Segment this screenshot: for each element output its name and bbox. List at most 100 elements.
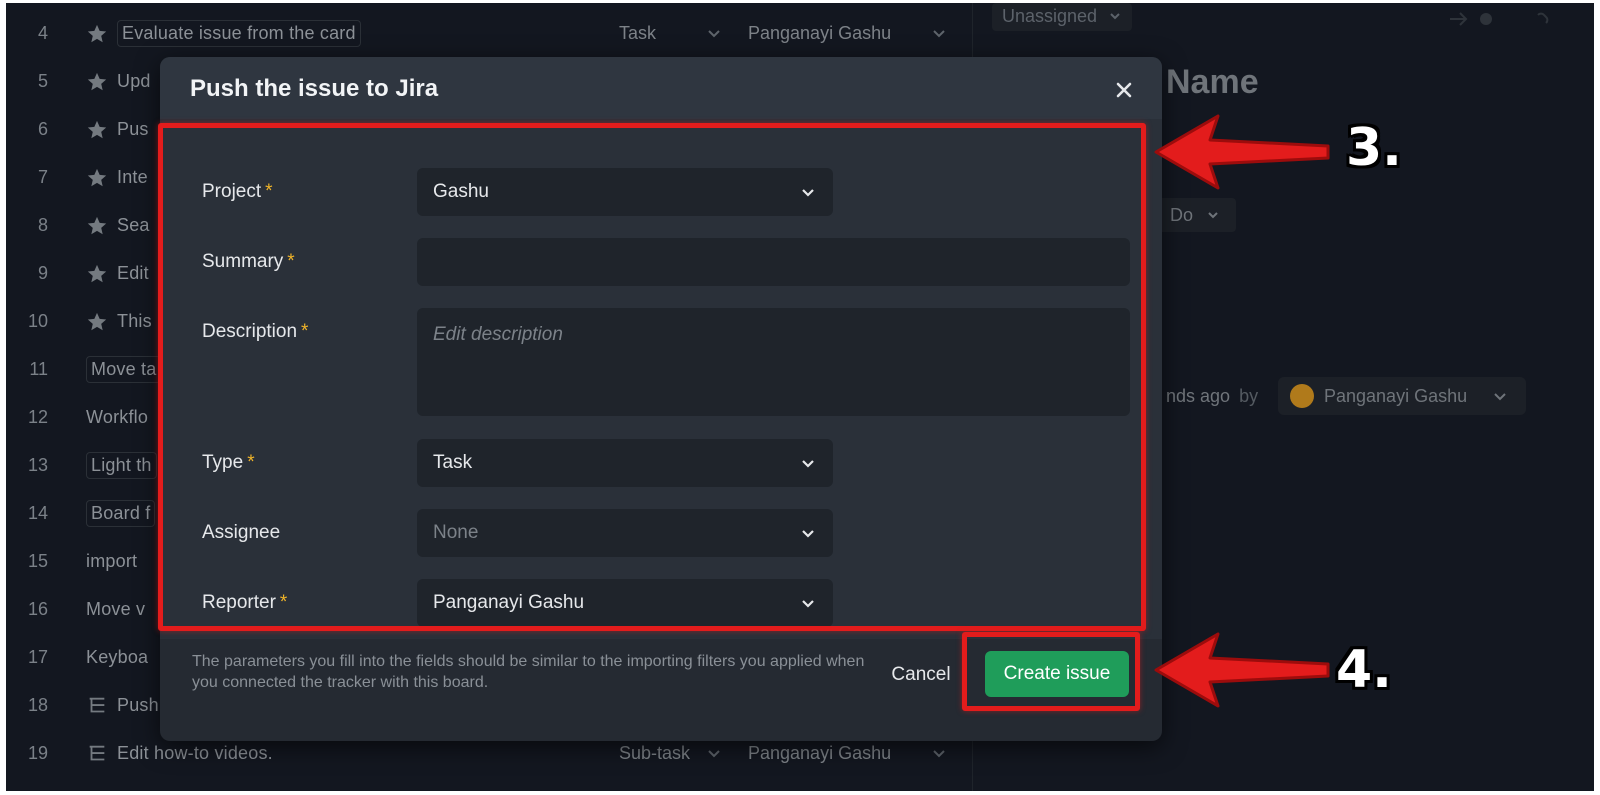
dialog-header: Push the issue to Jira bbox=[160, 57, 1162, 119]
project-select[interactable]: Gashu bbox=[417, 168, 833, 216]
panel-toolbar-icons bbox=[1446, 7, 1586, 31]
author-name: Panganayi Gashu bbox=[1324, 386, 1468, 406]
row-title: Evaluate issue from the card bbox=[117, 20, 361, 47]
required-marker: * bbox=[301, 321, 309, 342]
star-icon bbox=[86, 23, 108, 45]
row-number: 12 bbox=[27, 407, 48, 427]
row-title: Inte bbox=[117, 167, 148, 187]
description-label-text: Description bbox=[202, 321, 298, 342]
row-type: Sub-task bbox=[619, 743, 691, 763]
dialog-form: Project* Gashu Summary* Description* Typ… bbox=[160, 119, 1162, 639]
list-item[interactable]: 4 Evaluate issue from the card Task Pangana… bbox=[6, 11, 966, 59]
summary-input[interactable] bbox=[417, 238, 1130, 286]
arrow-step3-icon bbox=[1154, 114, 1330, 190]
required-marker: * bbox=[279, 592, 288, 613]
row-number: 15 bbox=[27, 551, 48, 571]
close-icon[interactable] bbox=[1112, 78, 1136, 102]
create-issue-button[interactable]: Create issue bbox=[985, 651, 1129, 697]
chevron-down-icon bbox=[799, 183, 817, 201]
row-title: Edit how-to videos. bbox=[117, 743, 273, 763]
reporter-select[interactable]: Panganayi Gashu bbox=[417, 579, 833, 627]
reporter-label-text: Reporter bbox=[202, 592, 276, 613]
row-number: 8 bbox=[37, 215, 48, 235]
row-number: 17 bbox=[27, 647, 48, 667]
chevron-down-icon[interactable] bbox=[706, 25, 722, 41]
push-to-jira-dialog: Push the issue to Jira Project * Gashu Su… bbox=[160, 57, 1162, 741]
row-number: 10 bbox=[27, 311, 48, 331]
row-number: 4 bbox=[37, 23, 48, 43]
row-number: 9 bbox=[37, 263, 48, 283]
time-ago-text: nds ago bbox=[1166, 386, 1231, 406]
chevron-down-icon bbox=[1492, 388, 1508, 409]
step-3-label: 3. bbox=[1346, 118, 1402, 178]
row-title: Upd bbox=[117, 71, 151, 91]
type-value: Task bbox=[433, 452, 473, 473]
footer-hint: The parameters you fill into the fields … bbox=[192, 653, 865, 691]
row-title: Push bbox=[117, 695, 159, 715]
reporter-label: Reporter * bbox=[202, 592, 287, 614]
description-label: Description * bbox=[202, 321, 308, 343]
required-marker: * bbox=[265, 181, 273, 202]
reporter-value: Panganayi Gashu bbox=[433, 592, 585, 613]
required-marker: * bbox=[287, 251, 295, 272]
row-assignee: Panganayi Gashu bbox=[748, 23, 892, 43]
chevron-down-icon bbox=[1108, 4, 1122, 30]
row-number: 11 bbox=[29, 359, 48, 379]
step-4-label: 4. bbox=[1336, 640, 1392, 700]
star-icon bbox=[86, 215, 108, 237]
chevron-down-icon bbox=[799, 454, 817, 472]
chevron-down-icon[interactable] bbox=[931, 745, 947, 761]
author-select[interactable]: Panganayi Gashu bbox=[1278, 377, 1526, 415]
by-text: by bbox=[1239, 386, 1259, 406]
project-label-text: Project bbox=[202, 181, 262, 202]
updated-time: nds ago by bbox=[1166, 386, 1258, 407]
chevron-down-icon[interactable] bbox=[706, 745, 722, 761]
card-heading: Name bbox=[1166, 63, 1259, 101]
row-number: 14 bbox=[27, 503, 48, 523]
row-title: Sea bbox=[117, 215, 150, 235]
type-select[interactable]: Task bbox=[417, 439, 833, 487]
project-label: Project * bbox=[202, 181, 273, 203]
star-icon bbox=[86, 263, 108, 285]
row-title: Edit bbox=[117, 263, 149, 283]
chevron-down-icon bbox=[1206, 199, 1220, 233]
summary-label-text: Summary bbox=[202, 251, 284, 272]
row-title: Move v bbox=[86, 599, 146, 619]
row-title: Light th bbox=[86, 452, 157, 479]
row-number: 7 bbox=[37, 167, 48, 187]
star-icon bbox=[86, 71, 108, 93]
star-icon bbox=[86, 119, 108, 141]
chevron-down-icon bbox=[799, 524, 817, 542]
row-title: Board f bbox=[86, 500, 156, 527]
row-assignee: Panganayi Gashu bbox=[748, 743, 892, 763]
row-number: 6 bbox=[37, 119, 48, 139]
avatar bbox=[1290, 384, 1314, 408]
row-number: 16 bbox=[27, 599, 48, 619]
cancel-button[interactable]: Cancel bbox=[876, 655, 966, 695]
dialog-title: Push the issue to Jira bbox=[190, 75, 439, 102]
arrow-step4-icon bbox=[1154, 632, 1330, 708]
row-title: import bbox=[86, 551, 138, 571]
summary-label: Summary * bbox=[202, 251, 295, 273]
row-number: 5 bbox=[37, 71, 48, 91]
chevron-down-icon[interactable] bbox=[931, 25, 947, 41]
status-select[interactable]: Do bbox=[1156, 198, 1236, 232]
row-number: 18 bbox=[27, 695, 48, 715]
row-title: Pus bbox=[117, 119, 149, 139]
description-textarea[interactable] bbox=[417, 308, 1130, 416]
star-icon bbox=[86, 167, 108, 189]
row-number: 19 bbox=[27, 743, 48, 763]
row-title: Move ta bbox=[86, 356, 162, 383]
subtask-icon bbox=[86, 743, 108, 765]
status-value: Do bbox=[1170, 205, 1194, 225]
assignee-select[interactable]: None bbox=[417, 509, 833, 557]
row-title: This bbox=[117, 311, 152, 331]
row-number: 13 bbox=[27, 455, 48, 475]
type-label-text: Type bbox=[202, 452, 244, 473]
subtask-icon bbox=[86, 695, 108, 717]
assignee-select-background[interactable]: Unassigned bbox=[992, 3, 1133, 31]
row-type: Task bbox=[619, 23, 657, 43]
row-title: Workflo bbox=[86, 407, 149, 427]
required-marker: * bbox=[247, 452, 255, 473]
assignee-label: Assignee bbox=[202, 522, 280, 544]
